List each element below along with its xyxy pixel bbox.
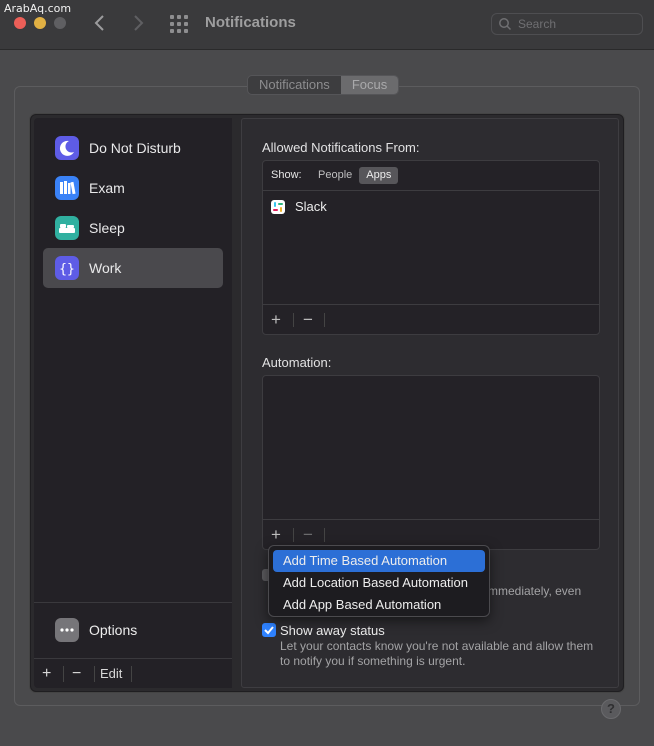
watermark-text: ArabAq.com [4, 2, 72, 15]
app-name: Slack [295, 199, 327, 214]
automation-list-box: + − [262, 375, 600, 550]
sidebar-item-do-not-disturb[interactable]: Do Not Disturb [43, 128, 223, 168]
filter-apps[interactable]: Apps [359, 167, 399, 184]
divider [324, 313, 325, 327]
allowed-list-box: Show: People Apps Slack + − [262, 160, 600, 335]
moon-icon [55, 136, 79, 160]
ellipsis-icon[interactable] [55, 618, 79, 642]
tab-control: Notifications Focus [247, 75, 400, 95]
allowed-notifications-heading: Allowed Notifications From: [262, 140, 420, 155]
show-label: Show: [271, 169, 302, 181]
menu-item-app-based[interactable]: Add App Based Automation [273, 594, 485, 616]
sidebar-divider [34, 602, 232, 603]
books-icon [55, 176, 79, 200]
remove-focus-button[interactable]: − [72, 665, 81, 683]
braces-icon: {} [55, 256, 79, 280]
show-away-status-label: Show away status [280, 623, 385, 638]
sidebar-item-label: Work [89, 260, 122, 276]
search-field[interactable]: Search [491, 13, 643, 35]
add-focus-button[interactable]: + [42, 665, 51, 683]
tab-notifications[interactable]: Notifications [248, 76, 341, 94]
slack-icon [271, 200, 285, 214]
options-button[interactable]: Options [89, 622, 137, 638]
forward-button[interactable] [130, 12, 146, 34]
divider [293, 528, 294, 542]
show-filter-control: People Apps [311, 167, 399, 184]
sidebar-item-sleep[interactable]: Sleep [43, 208, 223, 248]
divider [293, 313, 294, 327]
filter-people[interactable]: People [311, 167, 359, 184]
chevron-left-icon [94, 15, 104, 31]
divider [324, 528, 325, 542]
window-title: Notifications [205, 14, 296, 31]
back-button[interactable] [92, 12, 108, 34]
chevron-right-icon [134, 15, 144, 31]
bed-icon [55, 216, 79, 240]
divider [131, 666, 132, 682]
add-app-button[interactable]: + [271, 310, 281, 330]
edit-button[interactable]: Edit [100, 666, 122, 681]
sidebar-item-label: Do Not Disturb [89, 140, 181, 156]
menu-item-time-based[interactable]: Add Time Based Automation [273, 550, 485, 572]
sidebar-item-exam[interactable]: Exam [43, 168, 223, 208]
show-away-status-description: Let your contacts know you're not availa… [280, 639, 594, 668]
allowed-list-footer: + − [263, 304, 599, 334]
automation-heading: Automation: [262, 355, 332, 370]
svg-text:{}: {} [59, 262, 75, 277]
close-window-button[interactable] [14, 17, 26, 29]
help-button[interactable]: ? [601, 699, 621, 719]
minimize-window-button[interactable] [34, 17, 46, 29]
title-bar: ArabAq.com Notifications Search [0, 0, 654, 50]
show-away-status-checkbox[interactable] [262, 623, 276, 637]
divider [63, 666, 64, 682]
search-icon [499, 18, 512, 31]
remove-automation-button[interactable]: − [303, 525, 313, 545]
sidebar-item-label: Sleep [89, 220, 125, 236]
remove-app-button[interactable]: − [303, 310, 313, 330]
zoom-window-button[interactable] [54, 17, 66, 29]
sidebar-item-work[interactable]: {} Work [43, 248, 223, 288]
show-all-grid-icon[interactable] [170, 15, 188, 33]
show-filter-bar: Show: People Apps [263, 161, 599, 191]
checkmark-icon [264, 626, 274, 635]
menu-item-location-based[interactable]: Add Location Based Automation [273, 572, 485, 594]
divider [94, 666, 95, 682]
obscured-text: mmediately, even [488, 584, 582, 598]
sidebar-footer: + − Edit [34, 658, 232, 688]
add-automation-button[interactable]: + [271, 525, 281, 545]
sidebar-item-label: Exam [89, 180, 125, 196]
tab-focus[interactable]: Focus [340, 76, 399, 94]
search-placeholder: Search [518, 17, 557, 31]
add-automation-menu: Add Time Based Automation Add Location B… [268, 545, 490, 617]
